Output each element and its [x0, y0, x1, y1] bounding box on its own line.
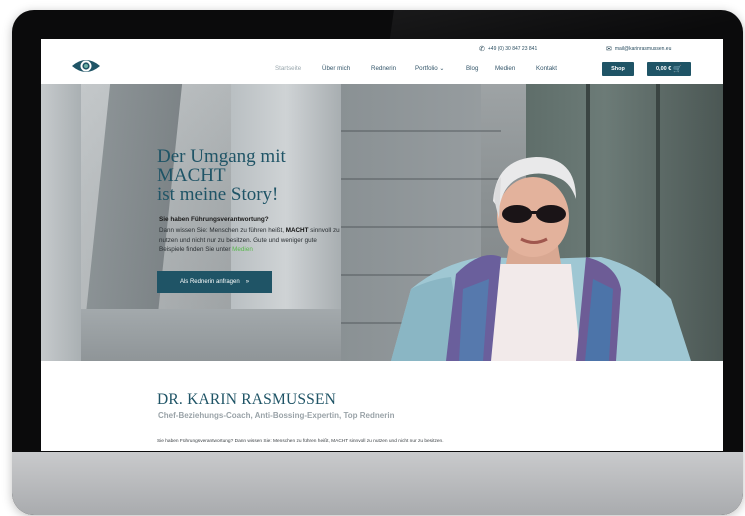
hero-headline-line: MACHT: [157, 165, 226, 186]
monitor-chin: [12, 452, 743, 515]
request-speaker-button[interactable]: Als Rednerin anfragen »: [157, 271, 272, 293]
shop-button[interactable]: Shop: [602, 62, 634, 76]
request-speaker-label: Als Rednerin anfragen: [179, 279, 240, 285]
envelope-icon: ✉: [606, 46, 612, 53]
intro-text: Sie haben Führungsverantwortung? Dann wi…: [157, 439, 444, 444]
email-contact[interactable]: ✉ mail@karinrasmussen.eu: [606, 45, 671, 53]
hero-body-bold: MACHT: [285, 227, 309, 234]
website-screen: ✆ +49 (0) 30 847 23 841 ✉ mail@karinrasm…: [41, 39, 723, 451]
intro-tagline: Chef-Beziehungs-Coach, Anti-Bossing-Expe…: [158, 411, 395, 420]
email-address: mail@karinrasmussen.eu: [614, 46, 672, 52]
nav-item-portfolio[interactable]: Portfolio ⌄: [415, 65, 445, 72]
phone-number: +49 (0) 30 847 23 841: [487, 46, 538, 52]
nav-item-ueber-mich[interactable]: Über mich: [322, 65, 350, 72]
hero-section: Der Umgang mit MACHT ist meine Story! Si…: [41, 84, 723, 361]
hero-headline-line: ist meine Story!: [157, 184, 279, 205]
hero-body-part: Dann wissen Sie: Menschen zu führen heiß…: [159, 227, 286, 234]
eye-logo-icon[interactable]: [71, 56, 101, 76]
cart-total: 0,00 €: [655, 66, 672, 72]
nav-item-blog[interactable]: Blog: [466, 65, 478, 72]
medien-link[interactable]: Medien: [232, 246, 253, 253]
cart-button[interactable]: 0,00 € 🛒: [647, 62, 691, 76]
monitor-frame: ✆ +49 (0) 30 847 23 841 ✉ mail@karinrasm…: [12, 10, 743, 515]
nav-item-startseite[interactable]: Startseite: [275, 65, 301, 72]
hero-headline-line: Der Umgang mit: [157, 146, 286, 167]
hero-body-text: Dann wissen Sie: Menschen zu führen heiß…: [159, 226, 341, 255]
portrait-photo: [391, 157, 691, 361]
phone-icon: ✆: [479, 46, 485, 53]
intro-name: DR. KARIN RASMUSSEN: [157, 391, 337, 408]
cart-icon: 🛒: [673, 66, 682, 73]
chevrons-right-icon: »: [245, 279, 250, 285]
hero-bg-step: [81, 309, 341, 361]
nav-item-kontakt[interactable]: Kontakt: [536, 65, 557, 72]
phone-contact[interactable]: ✆ +49 (0) 30 847 23 841: [479, 45, 537, 53]
hero-headline: Der Umgang mit MACHT ist meine Story!: [157, 147, 377, 204]
nav-item-rednerin[interactable]: Rednerin: [371, 65, 396, 72]
top-contact-bar: ✆ +49 (0) 30 847 23 841 ✉ mail@karinrasm…: [41, 39, 723, 59]
hero-bg-wall: [41, 84, 81, 361]
nav-item-medien[interactable]: Medien: [495, 65, 515, 72]
hero-subheading: Sie haben Führungsverantwortung?: [159, 216, 269, 223]
